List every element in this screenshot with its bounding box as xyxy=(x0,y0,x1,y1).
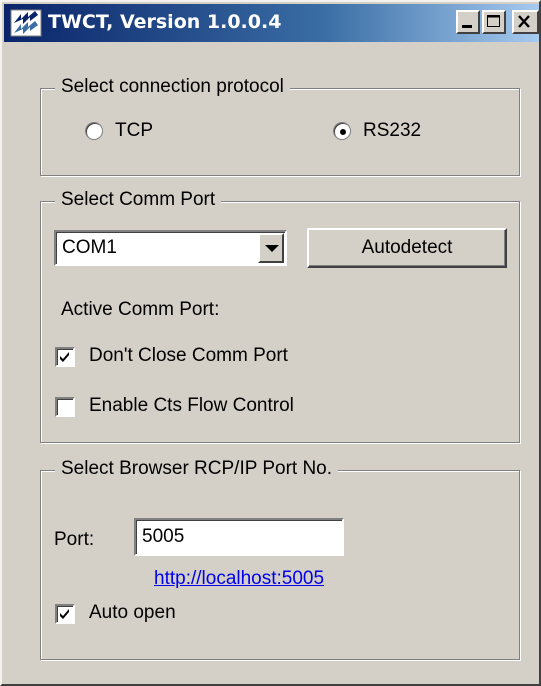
port-input[interactable] xyxy=(134,518,344,556)
radio-tcp-label: TCP xyxy=(115,120,153,141)
auto-open-checkbox[interactable]: Auto open xyxy=(55,602,375,626)
comm-port-groupbox: Select Comm Port COM1 Autodetect Active … xyxy=(40,189,520,443)
title-bar[interactable]: TWCT, Version 1.0.0.4 xyxy=(4,4,539,42)
radio-rs232[interactable]: RS232 xyxy=(333,120,453,144)
radio-button-selected-icon xyxy=(333,122,351,140)
active-comm-port-label: Active Comm Port: xyxy=(61,299,219,321)
active-comm-port-label-text: Active Comm Port: xyxy=(61,299,220,320)
localhost-link[interactable]: http://localhost:5005 xyxy=(154,568,324,590)
comm-group-legend: Select Comm Port xyxy=(55,189,222,211)
maximize-button[interactable] xyxy=(482,10,506,34)
checkbox-checked-icon xyxy=(55,604,75,624)
protocol-groupbox: Select connection protocol TCP RS232 xyxy=(40,76,520,176)
radio-button-icon xyxy=(85,122,103,140)
dont-close-comm-port-label: Don't Close Comm Port xyxy=(89,345,288,366)
dont-close-comm-port-checkbox[interactable]: Don't Close Comm Port xyxy=(55,345,375,369)
minimize-icon xyxy=(462,25,472,28)
maximize-icon xyxy=(487,15,500,27)
window-title: TWCT, Version 1.0.0.4 xyxy=(48,11,282,33)
checkmark-icon xyxy=(60,352,69,362)
browser-port-groupbox: Select Browser RCP/IP Port No. Port: htt… xyxy=(40,458,520,660)
auto-open-label: Auto open xyxy=(89,602,176,623)
radio-rs232-label: RS232 xyxy=(363,120,422,141)
checkbox-checked-icon xyxy=(55,347,75,367)
autodetect-button[interactable]: Autodetect xyxy=(307,228,507,268)
twct-app-icon xyxy=(10,9,42,37)
checkbox-unchecked-icon xyxy=(55,397,75,417)
enable-cts-flow-control-label: Enable Cts Flow Control xyxy=(89,395,294,416)
protocol-group-legend: Select connection protocol xyxy=(55,76,290,98)
close-icon xyxy=(518,15,530,28)
chevron-down-icon xyxy=(265,245,279,252)
comm-port-select-value: COM1 xyxy=(62,237,117,258)
checkmark-icon xyxy=(60,609,69,619)
browser-group-legend: Select Browser RCP/IP Port No. xyxy=(55,458,339,480)
close-button[interactable] xyxy=(512,10,539,34)
dropdown-button[interactable] xyxy=(258,233,284,263)
app-window: TWCT, Version 1.0.0.4 Select connection … xyxy=(0,0,541,686)
port-label: Port: xyxy=(54,529,95,550)
comm-port-select[interactable]: COM1 xyxy=(54,230,287,266)
radio-dot xyxy=(340,129,346,135)
enable-cts-flow-control-checkbox[interactable]: Enable Cts Flow Control xyxy=(55,395,375,419)
radio-tcp[interactable]: TCP xyxy=(85,120,205,144)
minimize-button[interactable] xyxy=(456,10,480,34)
